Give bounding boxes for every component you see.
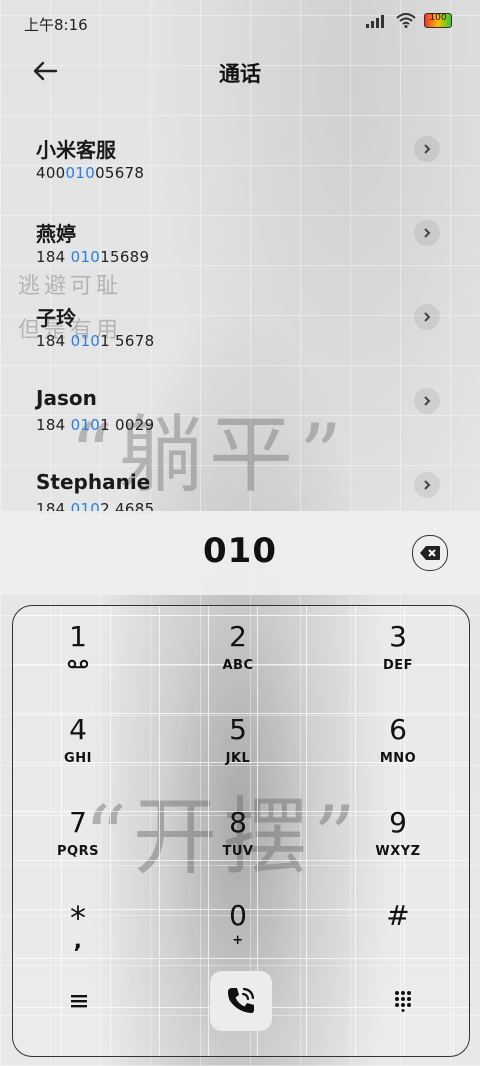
key-letters: + [232, 933, 244, 948]
key-letters: , [73, 929, 83, 954]
contact-row[interactable]: 小米客服 40001005678 [0, 124, 480, 204]
dialed-number[interactable]: 010 [0, 531, 480, 571]
contact-row[interactable]: 子玲 184 0101 5678 [0, 292, 480, 372]
dial-keypad: 1 2 ABC 3 DEF 4 GHI 5 JKL 6 MNO 7 PQRS 8… [12, 605, 470, 1057]
key-5[interactable]: 5 JKL [163, 699, 313, 789]
key-digit: 6 [389, 713, 407, 746]
dial-input-bar: 010 [0, 511, 480, 595]
key-8[interactable]: 8 TUV [163, 792, 313, 882]
key-letters: WXYZ [375, 844, 421, 859]
contact-name: Stephanie [36, 470, 151, 494]
contact-row[interactable]: Jason 184 0101 0029 [0, 376, 480, 456]
chevron-right-icon[interactable] [414, 472, 440, 498]
key-7[interactable]: 7 PQRS [13, 792, 153, 882]
chevron-right-icon[interactable] [414, 136, 440, 162]
contact-name: 子玲 [36, 306, 76, 330]
key-9[interactable]: 9 WXYZ [323, 792, 469, 882]
contact-number: 184 0101 0029 [36, 416, 155, 434]
contact-number: 184 01015689 [36, 248, 150, 266]
key-star[interactable]: * , [13, 885, 153, 975]
voicemail-icon [13, 658, 153, 673]
key-0[interactable]: 0 + [163, 885, 313, 975]
key-digit: # [386, 899, 410, 932]
key-letters: MNO [379, 751, 417, 766]
key-6[interactable]: 6 MNO [323, 699, 469, 789]
contact-name: Jason [36, 386, 97, 410]
key-letters: ABC [222, 658, 254, 673]
chevron-right-icon[interactable] [414, 220, 440, 246]
call-button[interactable] [210, 971, 272, 1031]
key-digit: 9 [389, 806, 407, 839]
key-digit: 3 [389, 620, 407, 653]
key-digit: 2 [229, 620, 247, 653]
key-digit: 8 [229, 806, 247, 839]
phone-call-icon [228, 987, 255, 1013]
menu-button[interactable] [49, 971, 109, 1031]
chevron-right-icon[interactable] [414, 304, 440, 330]
key-hash[interactable]: # [323, 885, 469, 975]
wifi-icon [396, 13, 416, 28]
key-digit: 5 [229, 713, 247, 746]
contact-name: 燕婷 [36, 222, 76, 246]
battery-level: 100 [429, 13, 447, 23]
page-title: 通话 [219, 62, 261, 86]
dialpad-icon [395, 991, 411, 1012]
key-digit: 7 [69, 806, 87, 839]
keypad-toggle-button[interactable] [373, 971, 433, 1031]
key-4[interactable]: 4 GHI [13, 699, 153, 789]
key-1[interactable]: 1 [13, 606, 153, 696]
menu-icon [71, 995, 87, 1008]
chevron-right-icon[interactable] [414, 388, 440, 414]
status-icons: 100 [366, 13, 452, 28]
key-letters: GHI [64, 751, 92, 766]
key-digit: 4 [69, 713, 87, 746]
key-digit: 1 [69, 620, 87, 653]
key-letters: JKL [225, 751, 251, 766]
key-digit: 0 [229, 899, 247, 932]
key-3[interactable]: 3 DEF [323, 606, 469, 696]
key-letters: PQRS [57, 844, 99, 859]
backspace-icon [420, 546, 440, 560]
signal-icon [366, 14, 384, 28]
key-2[interactable]: 2 ABC [163, 606, 313, 696]
app-header: 通话 [0, 48, 480, 96]
key-letters: DEF [382, 658, 414, 673]
status-time: 上午8:16 [24, 16, 88, 34]
contact-number: 184 0101 5678 [36, 332, 155, 350]
contact-number: 40001005678 [36, 164, 145, 182]
contact-row[interactable]: 燕婷 184 01015689 [0, 208, 480, 288]
backspace-button[interactable] [412, 535, 448, 571]
battery-icon: 100 [424, 13, 452, 28]
contact-name: 小米客服 [36, 138, 116, 162]
key-letters: TUV [222, 844, 254, 859]
status-bar: 上午8:16 100 [0, 0, 480, 46]
